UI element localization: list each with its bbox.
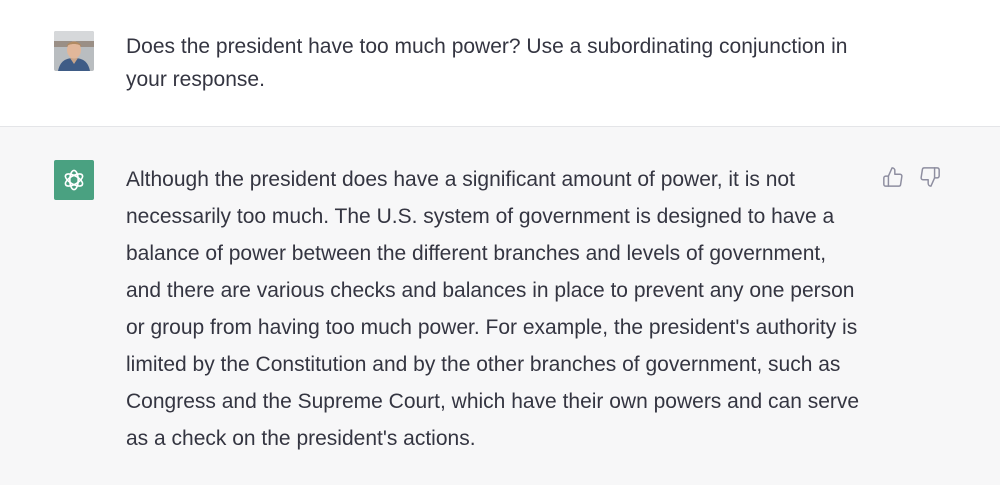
assistant-message-row: Although the president does have a signi… [0,127,1000,485]
user-message-text: Does the president have too much power? … [126,35,848,91]
user-avatar-photo [54,31,94,71]
openai-logo-icon [64,169,84,191]
thumbs-down-icon [920,167,940,187]
thumbs-up-button[interactable] [881,165,905,189]
user-avatar [54,31,94,71]
user-message-row: Does the president have too much power? … [0,0,1000,127]
assistant-message-text: Although the president does have a signi… [126,168,860,450]
thumbs-down-button[interactable] [918,165,942,189]
thumbs-up-icon [883,167,903,187]
assistant-avatar [54,160,94,200]
